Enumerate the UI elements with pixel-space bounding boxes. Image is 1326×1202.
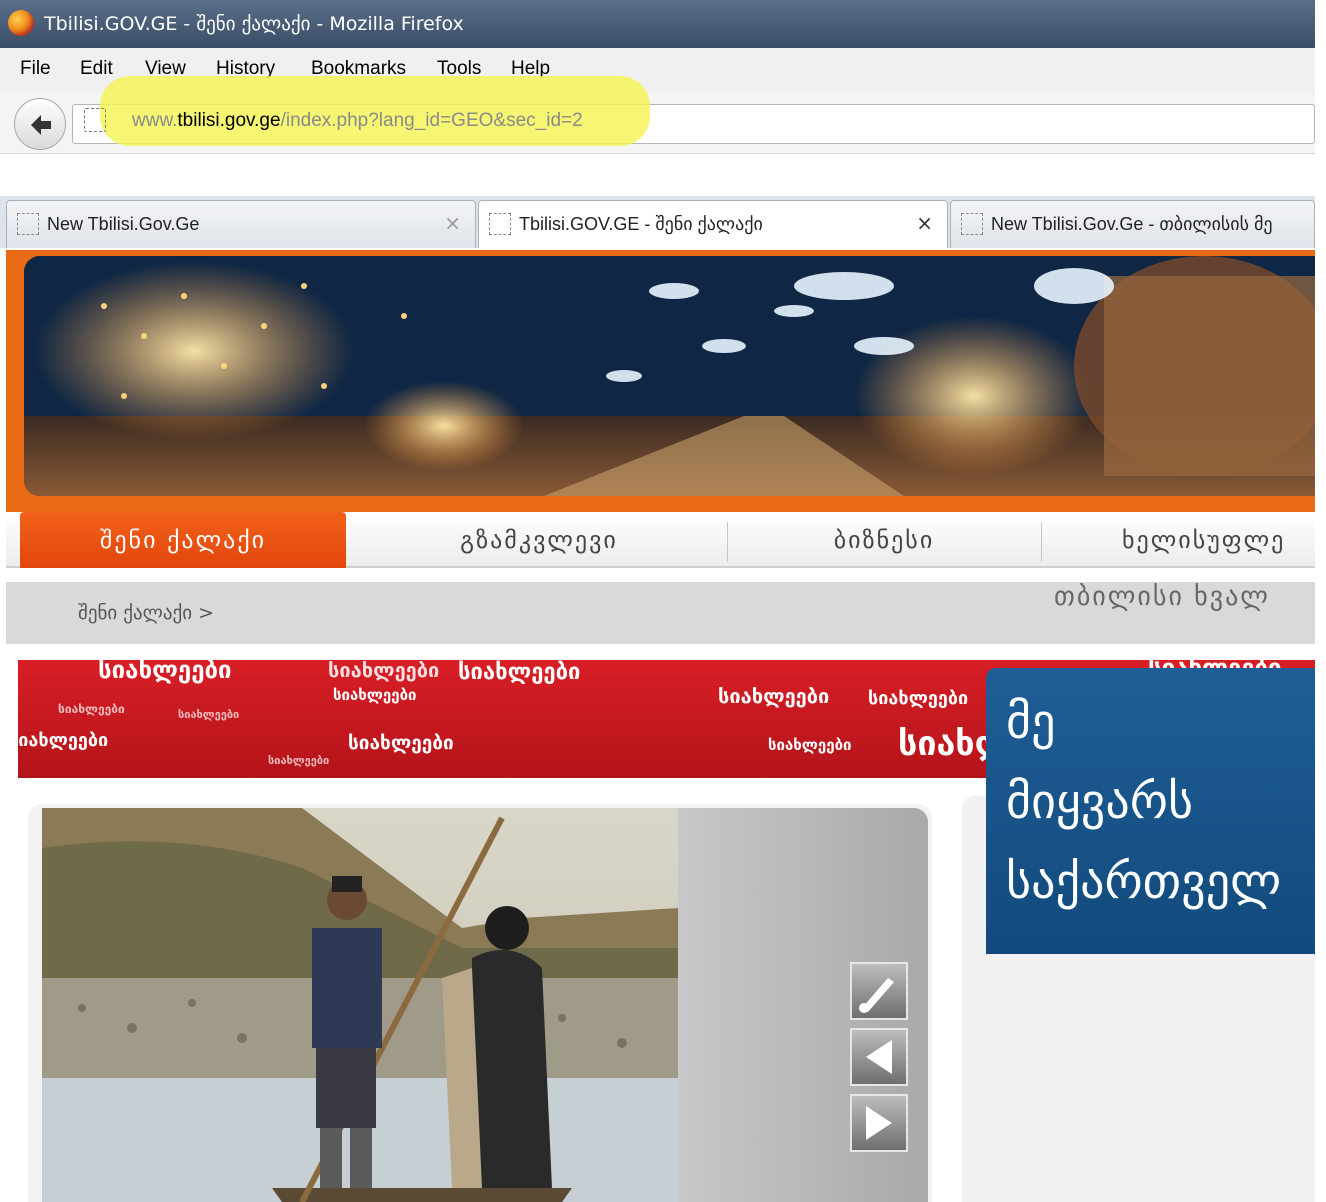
raft-men-photo (42, 808, 678, 1202)
promo-line: საქართველ (1006, 854, 1282, 910)
slider-brush-button[interactable] (850, 962, 908, 1020)
i-love-georgia-promo[interactable]: მე მიყვარს საქართველ (986, 668, 1315, 954)
tab-label: Tbilisi.GOV.GE - შენი ქალაქი (519, 214, 763, 234)
tab-tbilisi-gov[interactable]: Tbilisi.GOV.GE - შენი ქალაქი × (478, 200, 948, 248)
nav-tab-guide[interactable]: გზამკვლევი (351, 512, 727, 568)
slider-photo[interactable] (42, 808, 678, 1202)
news-word: სიახლეები (328, 660, 440, 682)
tab-favicon-icon (961, 213, 983, 235)
city-lights-banner (24, 256, 1315, 496)
window-title: Tbilisi.GOV.GE - შენი ქალაქი - Mozilla F… (44, 13, 464, 35)
url-path: /index.php?lang_id=GEO&sec_id=2 (280, 110, 583, 131)
firefox-icon (8, 10, 34, 36)
url-text[interactable]: www.tbilisi.gov.ge/index.php?lang_id=GEO… (132, 110, 583, 132)
back-button[interactable] (14, 98, 66, 150)
news-word: სიახლეები (178, 708, 240, 721)
site-nav: შენი ქალაქი გზამკვლევი ბიზნესი ხელისუფლე (6, 512, 1315, 568)
tab-label: New Tbilisi.Gov.Ge - თბილისის მე (991, 214, 1273, 234)
tab-favicon-icon (489, 213, 511, 235)
tab-label: New Tbilisi.Gov.Ge (47, 214, 200, 234)
tab-close-icon[interactable]: × (444, 211, 461, 235)
news-word: სიახლეები (18, 730, 109, 751)
tab-new-tbilisi[interactable]: New Tbilisi.Gov.Ge × (6, 200, 476, 248)
menu-file[interactable]: File (20, 58, 51, 80)
news-word: სიახლეები (348, 732, 454, 754)
tab-strip: New Tbilisi.Gov.Ge × Tbilisi.GOV.GE - შე… (0, 196, 1315, 248)
news-word: სიახლეები (718, 684, 830, 708)
tbilisi-tomorrow-title[interactable]: თბილისი ხვალ (1054, 582, 1270, 612)
slider-next-button[interactable] (850, 1094, 908, 1152)
tab-favicon-icon (17, 213, 39, 235)
triangle-right-icon (866, 1106, 892, 1140)
site-identity-icon[interactable] (84, 108, 106, 132)
url-prefix: www. (132, 110, 178, 131)
news-word: სიახლეები (768, 736, 852, 754)
news-word: სიახლეები (98, 660, 232, 684)
tab-close-icon[interactable]: × (916, 211, 933, 235)
promo-line: მე (1006, 694, 1056, 750)
slider-prev-button[interactable] (850, 1028, 908, 1086)
paintbrush-icon (859, 978, 894, 1013)
breadcrumb[interactable]: შენი ქალაქი > (78, 602, 214, 624)
back-arrow-icon (31, 115, 51, 135)
nav-tab-business[interactable]: ბიზნესი (728, 512, 1040, 568)
window-titlebar: Tbilisi.GOV.GE - შენი ქალაქი - Mozilla F… (0, 0, 1315, 48)
news-word: სიახლეები (333, 686, 417, 704)
banner-photo (24, 256, 1315, 496)
triangle-left-icon (866, 1040, 892, 1074)
news-word: სიახლეები (458, 660, 581, 685)
news-word: სიახლეები (268, 754, 330, 767)
tab-new-tbilisi-2[interactable]: New Tbilisi.Gov.Ge - თბილისის მე (950, 200, 1315, 248)
news-word: სიახლეები (58, 702, 125, 716)
promo-line: მიყვარს (1006, 774, 1194, 830)
news-word: სიახლეები (868, 688, 969, 709)
nav-tab-government[interactable]: ხელისუფლე (1042, 512, 1315, 568)
nav-tab-your-city[interactable]: შენი ქალაქი (20, 512, 346, 568)
url-domain: tbilisi.gov.ge (177, 110, 281, 131)
menu-edit[interactable]: Edit (80, 58, 113, 80)
